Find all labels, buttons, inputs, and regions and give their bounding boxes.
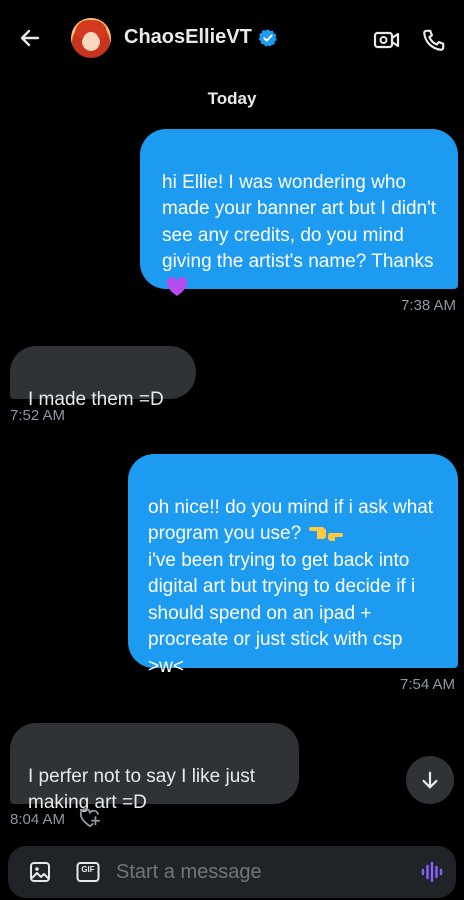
scroll-to-bottom-button[interactable] xyxy=(406,756,454,804)
conversation-header: ChaosEllieVT xyxy=(0,0,464,82)
add-gif-button[interactable]: GIF xyxy=(76,861,100,883)
heart-plus-icon xyxy=(79,808,100,828)
react-button[interactable] xyxy=(78,806,102,830)
voice-message-button[interactable] xyxy=(419,860,445,884)
gif-label: GIF xyxy=(81,865,95,874)
date-separator: Today xyxy=(207,89,257,108)
phone-icon xyxy=(423,29,445,51)
arrow-down-icon xyxy=(422,771,438,789)
message-composer: GIF xyxy=(8,846,456,898)
received-message-bubble[interactable]: I perfer not to say I like just making a… xyxy=(10,723,299,813)
purple-heart-icon xyxy=(166,276,188,297)
pointing-hands-icon xyxy=(305,521,347,543)
message-text: i've been trying to get back into digita… xyxy=(148,549,416,677)
message-input[interactable] xyxy=(116,858,406,886)
verified-badge-icon xyxy=(258,28,278,48)
avatar-face xyxy=(83,32,99,49)
add-image-button[interactable] xyxy=(28,860,52,884)
video-call-button[interactable] xyxy=(371,24,403,56)
message-timestamp: 8:04 AM xyxy=(10,811,66,828)
image-icon xyxy=(30,862,50,882)
back-button[interactable] xyxy=(14,22,46,54)
message-timestamp: 7:52 AM xyxy=(10,407,66,424)
voice-message-icon xyxy=(421,861,443,883)
message-timestamp: 7:54 AM xyxy=(400,676,456,693)
video-call-icon xyxy=(373,31,400,49)
contact-name-group[interactable]: ChaosEllieVT xyxy=(124,26,278,49)
contact-name: ChaosEllieVT xyxy=(124,26,252,48)
message-text: I perfer not to say I like just making a… xyxy=(28,765,256,814)
avatar[interactable] xyxy=(71,18,111,58)
sent-message-bubble[interactable]: oh nice!! do you mind if i ask what prog… xyxy=(128,454,458,677)
arrow-left-icon xyxy=(20,29,40,47)
message-text: oh nice!! do you mind if i ask what prog… xyxy=(148,496,434,545)
message-text: hi Ellie! I was wondering who made your … xyxy=(162,171,437,273)
call-button[interactable] xyxy=(418,24,450,56)
message-timestamp: 7:38 AM xyxy=(401,297,457,314)
sent-message-bubble[interactable]: hi Ellie! I was wondering who made your … xyxy=(140,129,458,296)
received-message-bubble[interactable]: I made them =D xyxy=(10,346,196,410)
